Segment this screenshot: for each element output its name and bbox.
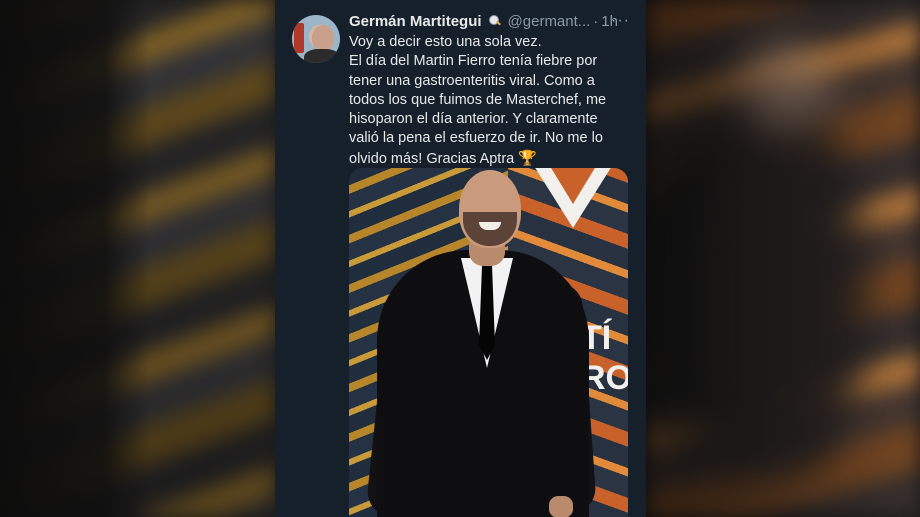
avatar-head xyxy=(312,25,334,51)
avatar[interactable] xyxy=(292,15,340,63)
tweet-line: El día del Martin Fierro tenía fiebre po… xyxy=(349,53,598,70)
tweet-header: Germán Martitegui @germant... · 1h xyxy=(349,11,639,31)
tweet-line: valió la pena el esfuerzo de ir. No me l… xyxy=(349,130,603,147)
tweet-line-text: olvido más! Gracias Aptra xyxy=(349,150,515,167)
tweet-line: todos los que fuimos de Masterchef, me xyxy=(349,91,607,108)
magnifier-badge-icon xyxy=(488,14,502,28)
author-handle[interactable]: @germant... xyxy=(508,13,591,30)
trophy-icon: 🏆 xyxy=(518,149,537,167)
background-shade-right xyxy=(646,0,920,517)
award-logo-inner xyxy=(545,168,601,204)
tweet-line-last: olvido más! Gracias Aptra 🏆 xyxy=(349,149,635,169)
background-shadow-left xyxy=(0,0,150,517)
tweet-line: tener una gastroenteritis viral. Como a xyxy=(349,72,595,89)
tweet-photo[interactable]: TÍ RO xyxy=(349,168,628,517)
author-name[interactable]: Germán Martitegui xyxy=(349,13,482,30)
tweet-line: hisoparon el día anterior. Y claramente xyxy=(349,111,598,128)
tweet-text: Voy a decir esto una sola vez. El día de… xyxy=(349,33,635,169)
more-options-icon[interactable]: ··· xyxy=(611,12,630,30)
avatar-background-detail xyxy=(294,23,304,53)
tweet-line: Voy a decir esto una sola vez. xyxy=(349,34,542,50)
avatar-shoulders xyxy=(304,49,340,63)
person-hand xyxy=(549,496,573,517)
separator-dot: · xyxy=(593,12,599,30)
tweet-card[interactable]: Germán Martitegui @germant... · 1h ··· V… xyxy=(275,0,646,517)
